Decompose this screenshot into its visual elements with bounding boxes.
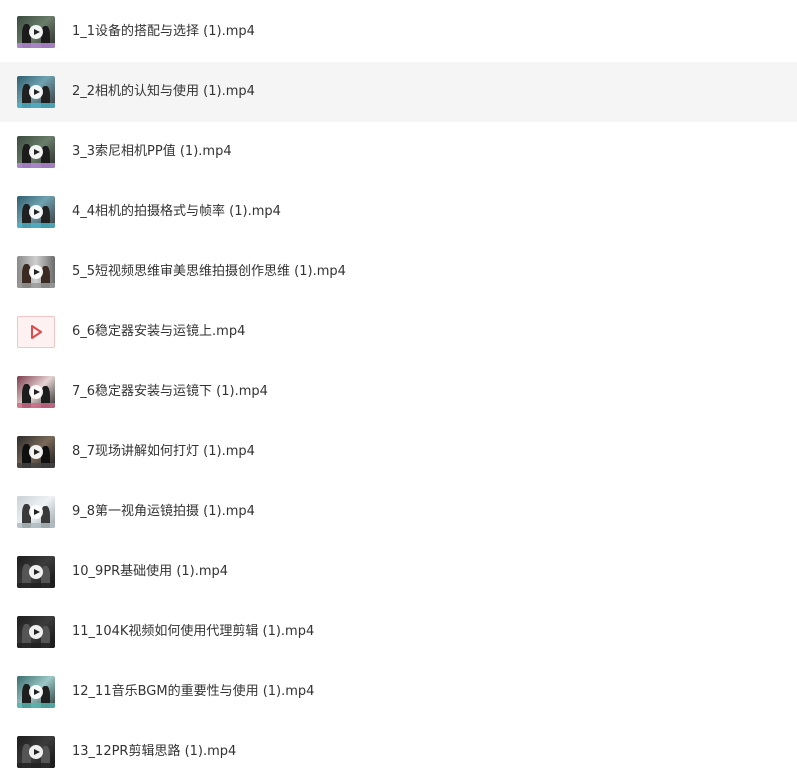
file-list: 1_1设备的搭配与选择 (1).mp4 2_2相机的认知与使用 (1).mp4 3_… [0,2,797,782]
play-icon [29,505,43,519]
file-row[interactable]: 10_9PR基础使用 (1).mp4 [0,542,797,602]
file-row[interactable]: 2_2相机的认知与使用 (1).mp4 [0,62,797,122]
play-icon [29,445,43,459]
file-row[interactable]: 11_104K视频如何使用代理剪辑 (1).mp4 [0,602,797,662]
video-thumbnail-icon [17,496,55,528]
play-icon [29,265,43,279]
file-row[interactable]: 3_3索尼相机PP值 (1).mp4 [0,122,797,182]
file-row[interactable]: 6_6稳定器安装与运镜上.mp4 [0,302,797,362]
play-icon [29,565,43,579]
video-thumbnail-icon [17,76,55,108]
video-thumbnail-icon [17,376,55,408]
play-icon [29,745,43,759]
video-thumbnail-icon [17,616,55,648]
play-icon [29,205,43,219]
file-name[interactable]: 11_104K视频如何使用代理剪辑 (1).mp4 [72,623,314,641]
play-icon [29,685,43,699]
play-icon [29,385,43,399]
play-icon [29,625,43,639]
video-thumbnail-icon [17,136,55,168]
file-name[interactable]: 5_5短视频思维审美思维拍摄创作思维 (1).mp4 [72,263,346,281]
file-name[interactable]: 8_7现场讲解如何打灯 (1).mp4 [72,443,255,461]
file-name[interactable]: 7_6稳定器安装与运镜下 (1).mp4 [72,383,268,401]
file-name[interactable]: 1_1设备的搭配与选择 (1).mp4 [72,23,255,41]
file-row[interactable]: 1_1设备的搭配与选择 (1).mp4 [0,2,797,62]
file-row[interactable]: 8_7现场讲解如何打灯 (1).mp4 [0,422,797,482]
file-name[interactable]: 10_9PR基础使用 (1).mp4 [72,563,228,581]
file-name[interactable]: 4_4相机的拍摄格式与帧率 (1).mp4 [72,203,281,221]
file-row[interactable]: 5_5短视频思维审美思维拍摄创作思维 (1).mp4 [0,242,797,302]
video-thumbnail-icon [17,736,55,768]
video-thumbnail-icon [17,676,55,708]
video-thumbnail-icon [17,436,55,468]
file-row[interactable]: 4_4相机的拍摄格式与帧率 (1).mp4 [0,182,797,242]
video-file-icon [17,316,55,348]
file-name[interactable]: 3_3索尼相机PP值 (1).mp4 [72,143,232,161]
file-row[interactable]: 9_8第一视角运镜拍摄 (1).mp4 [0,482,797,542]
file-name[interactable]: 13_12PR剪辑思路 (1).mp4 [72,743,236,761]
file-row[interactable]: 13_12PR剪辑思路 (1).mp4 [0,722,797,782]
video-thumbnail-icon [17,256,55,288]
video-thumbnail-icon [17,556,55,588]
video-thumbnail-icon [17,196,55,228]
file-name[interactable]: 9_8第一视角运镜拍摄 (1).mp4 [72,503,255,521]
file-name[interactable]: 2_2相机的认知与使用 (1).mp4 [72,83,255,101]
file-name[interactable]: 12_11音乐BGM的重要性与使用 (1).mp4 [72,683,314,701]
file-row[interactable]: 12_11音乐BGM的重要性与使用 (1).mp4 [0,662,797,722]
play-icon [29,145,43,159]
file-name[interactable]: 6_6稳定器安装与运镜上.mp4 [72,323,245,341]
file-row[interactable]: 7_6稳定器安装与运镜下 (1).mp4 [0,362,797,422]
video-thumbnail-icon [17,16,55,48]
play-icon [29,25,43,39]
play-icon [29,85,43,99]
